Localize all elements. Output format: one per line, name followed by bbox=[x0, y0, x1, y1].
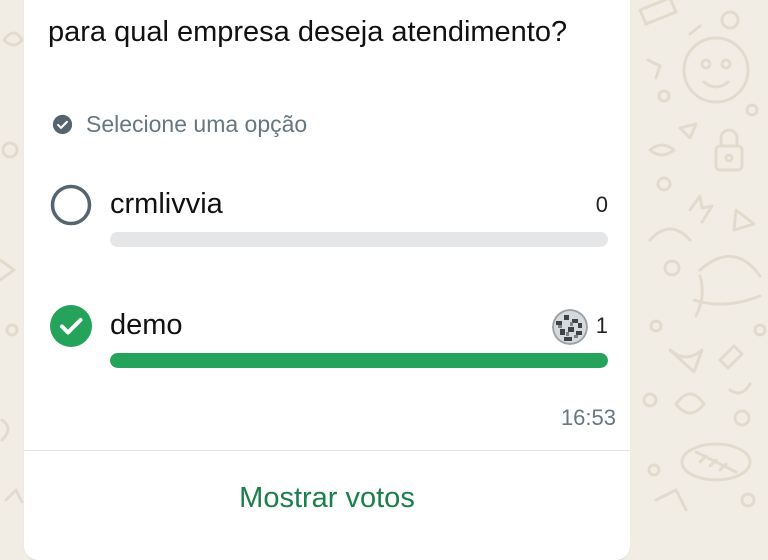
poll-option-progress-fill bbox=[110, 353, 608, 368]
poll-question: para qual empresa deseja atendimento? bbox=[48, 16, 568, 48]
poll-hint-text: Selecione uma opção bbox=[86, 110, 308, 137]
poll-option-progress-track bbox=[110, 232, 608, 247]
avatar[interactable] bbox=[552, 309, 588, 345]
poll-message-bubble bbox=[24, 0, 630, 560]
poll-option-label: demo bbox=[110, 309, 183, 341]
poll-option-demo[interactable]: demo 1 bbox=[50, 305, 610, 395]
voter-avatar-image bbox=[552, 309, 588, 345]
poll-option-progress-track bbox=[110, 353, 608, 368]
check-circle-filled-icon[interactable] bbox=[50, 305, 92, 347]
message-timestamp: 16:53 bbox=[560, 405, 616, 430]
poll-hint: Selecione uma opção bbox=[52, 110, 307, 138]
radio-empty-icon[interactable] bbox=[50, 184, 92, 226]
show-votes-button[interactable]: Mostrar votos bbox=[24, 482, 630, 515]
poll-option-label: crmlivvia bbox=[110, 188, 223, 220]
divider bbox=[24, 450, 630, 451]
check-circle-icon bbox=[52, 114, 73, 134]
poll-option-vote-count: 0 bbox=[595, 192, 608, 217]
poll-option-crmlivvia[interactable]: crmlivvia 0 bbox=[50, 184, 610, 274]
poll-option-vote-count: 1 bbox=[595, 313, 608, 338]
